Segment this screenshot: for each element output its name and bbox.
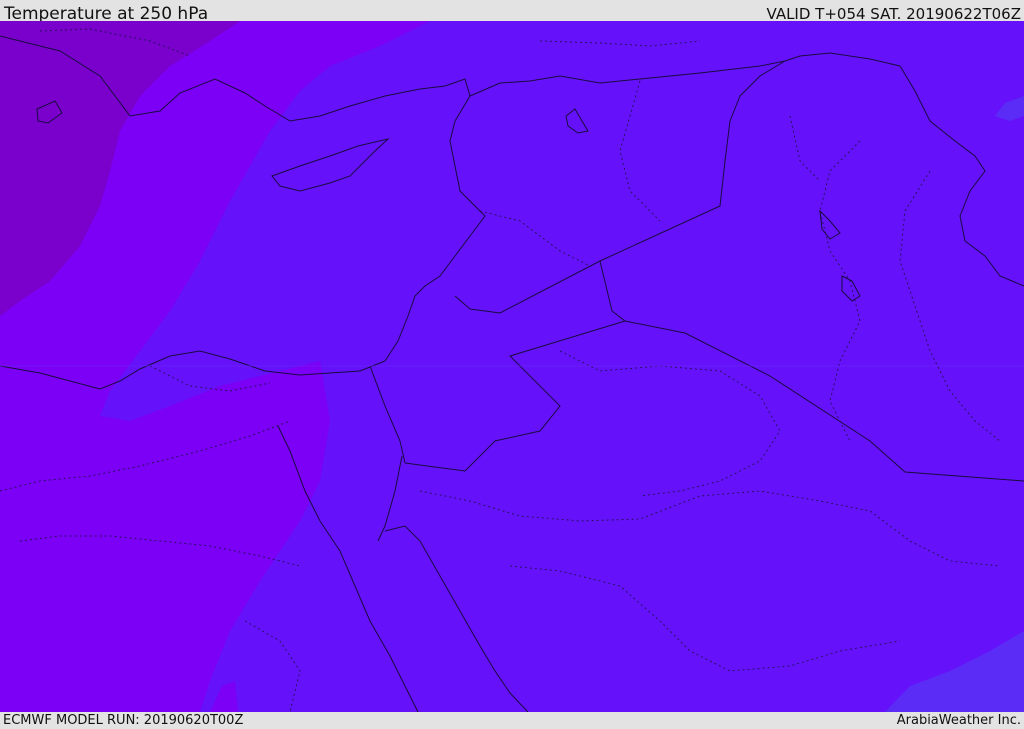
credit-label: ArabiaWeather Inc. — [896, 713, 1021, 728]
model-run-label: ECMWF MODEL RUN: 20190620T00Z — [3, 713, 244, 728]
map-footer: ECMWF MODEL RUN: 20190620T00Z ArabiaWeat… — [0, 712, 1024, 729]
temperature-map — [0, 21, 1024, 712]
weather-map-frame: Temperature at 250 hPa VALID T+054 SAT. … — [0, 0, 1024, 729]
map-canvas — [0, 21, 1024, 712]
map-header: Temperature at 250 hPa VALID T+054 SAT. … — [0, 0, 1024, 24]
